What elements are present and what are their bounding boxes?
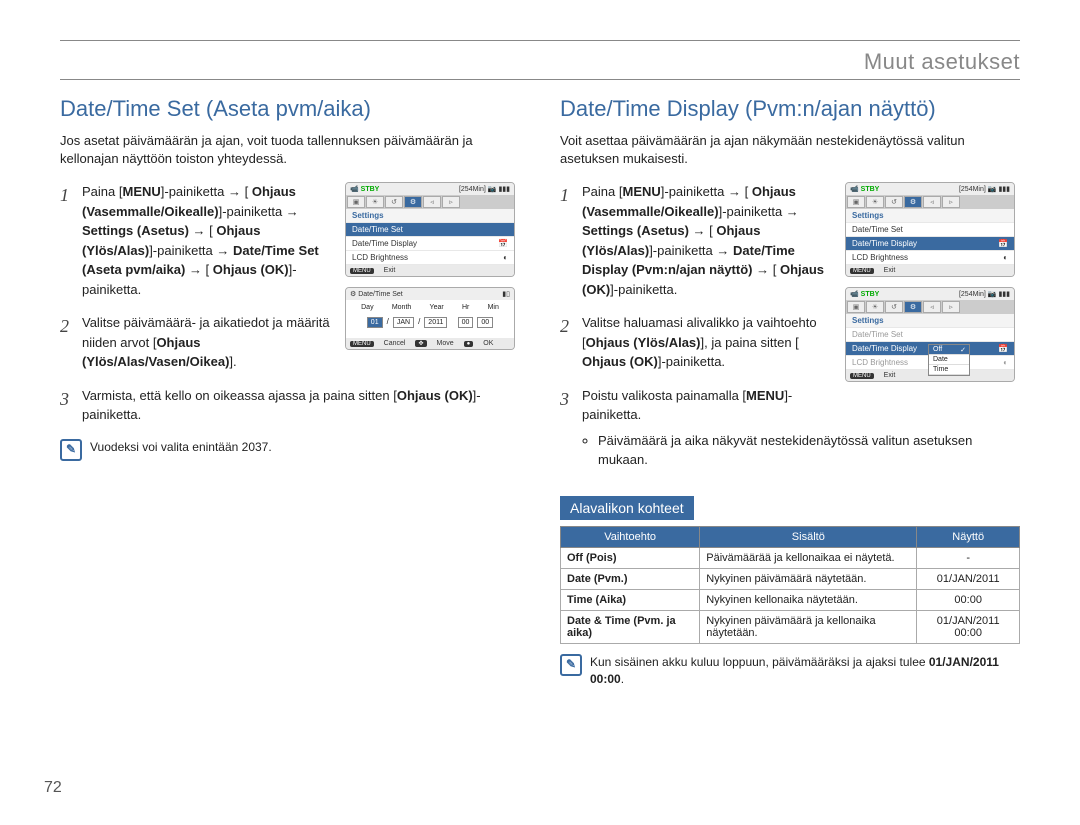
info-icon: ✎ bbox=[60, 439, 82, 461]
info-icon: ✎ bbox=[560, 654, 582, 676]
table-row: Off (Pois) Päivämäärää ja kellonaikaa ei… bbox=[561, 547, 1020, 568]
left-step-3: Varmista, että kello on oikeassa ajassa … bbox=[60, 386, 520, 425]
heading-date-time-display: Date/Time Display (Pvm:n/ajan näyttö) bbox=[560, 96, 1020, 122]
table-row: Time (Aika) Nykyinen kellonaika näytetää… bbox=[561, 589, 1020, 610]
intro-left: Jos asetat päivämäärän ja ajan, voit tuo… bbox=[60, 132, 520, 168]
th-display: Näyttö bbox=[917, 526, 1020, 547]
left-step-1: Paina [MENU]-painiketta → [ Ohjaus (Vase… bbox=[60, 182, 520, 299]
options-table: Vaihtoehto Sisältö Näyttö Off (Pois) Päi… bbox=[560, 526, 1020, 644]
heading-date-time-set: Date/Time Set (Aseta pvm/aika) bbox=[60, 96, 520, 122]
note-right: ✎ Kun sisäinen akku kuluu loppuun, päivä… bbox=[560, 654, 1020, 688]
page-header: Muut asetukset bbox=[60, 49, 1020, 75]
intro-right: Voit asettaa päivämäärän ja ajan näkymää… bbox=[560, 132, 1020, 168]
right-step-3-bullet: Päivämäärä ja aika näkyvät nestekidenäyt… bbox=[598, 431, 1020, 470]
sub-banner: Alavalikon kohteet bbox=[560, 496, 694, 520]
table-row: Date & Time (Pvm. ja aika) Nykyinen päiv… bbox=[561, 610, 1020, 643]
col-date-time-display: Date/Time Display (Pvm:n/ajan näyttö) Vo… bbox=[560, 88, 1020, 687]
note-left: ✎ Vuodeksi voi valita enintään 2037. bbox=[60, 439, 520, 461]
popup-options: Off Date Time bbox=[928, 344, 970, 376]
page-number: 72 bbox=[44, 779, 62, 797]
left-step-2: Valitse päivämäärä- ja aikatiedot ja mää… bbox=[60, 313, 520, 372]
table-row: Date (Pvm.) Nykyinen päivämäärä näytetää… bbox=[561, 568, 1020, 589]
right-step-1: Paina [MENU]-painiketta → [ Ohjaus (Vase… bbox=[560, 182, 1020, 299]
th-option: Vaihtoehto bbox=[561, 526, 700, 547]
col-date-time-set: Date/Time Set (Aseta pvm/aika) Jos aseta… bbox=[60, 88, 520, 687]
right-step-3: Poistu valikosta painamalla [MENU]-paini… bbox=[560, 386, 1020, 470]
th-content: Sisältö bbox=[700, 526, 917, 547]
